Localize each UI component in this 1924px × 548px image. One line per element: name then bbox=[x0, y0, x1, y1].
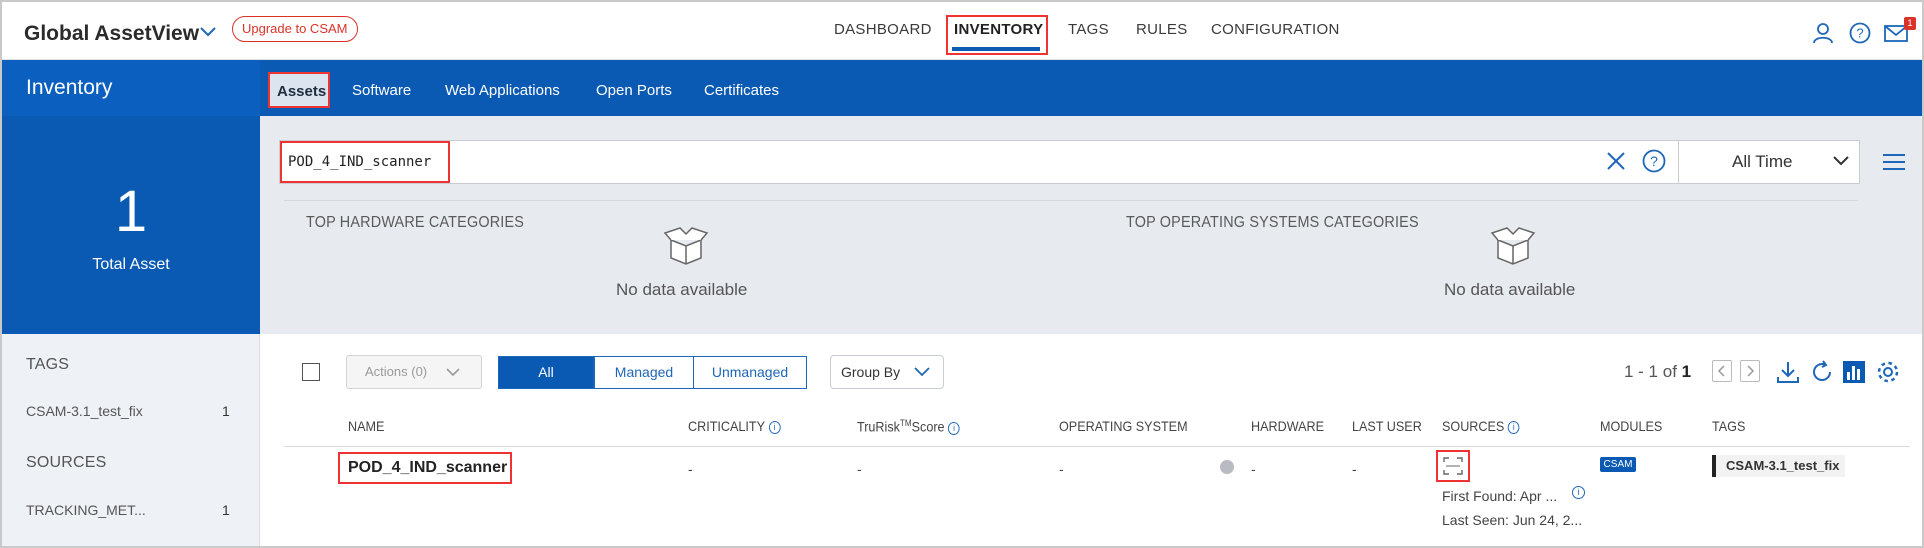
svg-text:?: ? bbox=[1650, 153, 1658, 169]
clear-icon[interactable] bbox=[1606, 151, 1626, 171]
search-query[interactable]: POD_4_IND_scanner bbox=[288, 154, 431, 170]
divider bbox=[284, 200, 1858, 201]
sidebar-tag-item[interactable]: CSAM-3.1_test_fix bbox=[26, 403, 143, 419]
chevron-down-icon[interactable] bbox=[1832, 154, 1850, 168]
first-found: First Found: Apr ... bbox=[1442, 488, 1558, 504]
column-criticality[interactable]: CRITICALITY i bbox=[688, 418, 781, 434]
time-filter-value: All Time bbox=[1732, 152, 1793, 171]
search-input[interactable] bbox=[279, 140, 1679, 184]
trurisk-sup: TM bbox=[899, 418, 912, 428]
filter-managed[interactable]: Managed bbox=[594, 356, 694, 389]
gear-icon[interactable] bbox=[1876, 360, 1900, 384]
chevron-down-icon bbox=[914, 367, 930, 377]
app-frame: Global AssetView Upgrade to CSAM DASHBOA… bbox=[0, 0, 1924, 548]
chart-view-icon[interactable] bbox=[1842, 360, 1866, 384]
group-by-label: Group By bbox=[841, 364, 901, 380]
subtab-assets[interactable]: Assets bbox=[268, 72, 330, 108]
cell-os: - bbox=[1059, 461, 1064, 477]
total-count: 1 bbox=[114, 179, 148, 244]
download-icon[interactable] bbox=[1776, 360, 1800, 384]
column-tags[interactable]: TAGS bbox=[1712, 418, 1745, 434]
filter-unmanaged[interactable]: Unmanaged bbox=[693, 356, 807, 389]
prev-page-button[interactable] bbox=[1712, 360, 1732, 382]
subtab-open-ports[interactable]: Open Ports bbox=[596, 82, 672, 99]
chevron-right-icon bbox=[1747, 365, 1755, 377]
user-icon[interactable] bbox=[1812, 22, 1834, 44]
last-seen: Last Seen: Jun 24, 2... bbox=[1442, 512, 1583, 528]
column-trurisk[interactable]: TruRiskTMScore i bbox=[857, 418, 960, 435]
column-hardware[interactable]: HARDWARE bbox=[1251, 418, 1324, 434]
nav-tags[interactable]: TAGS bbox=[1068, 21, 1109, 38]
os-status-icon bbox=[1220, 460, 1234, 474]
actions-dropdown[interactable]: Actions (0) bbox=[346, 355, 482, 389]
column-criticality-label: CRITICALITY bbox=[688, 418, 766, 434]
cell-hardware: - bbox=[1251, 461, 1256, 477]
section-title: Inventory bbox=[26, 76, 113, 99]
nav-dashboard[interactable]: DASHBOARD bbox=[834, 21, 932, 38]
nav-rules[interactable]: RULES bbox=[1136, 21, 1188, 38]
column-modules[interactable]: MODULES bbox=[1600, 418, 1662, 434]
svg-text:?: ? bbox=[1856, 26, 1863, 41]
empty-box-icon bbox=[663, 227, 709, 265]
info-icon[interactable]: i bbox=[768, 421, 781, 434]
search-help-icon[interactable]: ? bbox=[1642, 149, 1666, 173]
column-sources-label: SOURCES bbox=[1442, 418, 1505, 434]
menu-icon[interactable] bbox=[1882, 153, 1906, 171]
sources-heading: SOURCES bbox=[26, 454, 107, 471]
subtab-certificates[interactable]: Certificates bbox=[704, 82, 779, 99]
scanner-source-icon[interactable] bbox=[1443, 457, 1463, 475]
sidebar-source-item[interactable]: TRACKING_MET... bbox=[26, 502, 146, 518]
os-no-data: No data available bbox=[1444, 280, 1576, 299]
total-label: Total Asset bbox=[92, 256, 170, 273]
cell-criticality: - bbox=[688, 461, 693, 477]
info-icon[interactable]: i bbox=[948, 421, 960, 435]
paging-info: 1 - 1 of 1 bbox=[1624, 362, 1691, 382]
asset-name-link[interactable]: POD_4_IND_scanner bbox=[348, 459, 507, 477]
column-os[interactable]: OPERATING SYSTEM bbox=[1059, 418, 1188, 434]
upgrade-button[interactable]: Upgrade to CSAM bbox=[232, 16, 358, 42]
paging-range: 1 - 1 of bbox=[1624, 362, 1677, 381]
tag-chip[interactable]: CSAM-3.1_test_fix bbox=[1712, 455, 1846, 477]
info-icon[interactable]: i bbox=[1507, 421, 1520, 434]
group-by-dropdown[interactable]: Group By bbox=[830, 355, 944, 389]
help-icon[interactable]: ? bbox=[1849, 22, 1871, 44]
hardware-no-data: No data available bbox=[616, 280, 748, 299]
divider bbox=[284, 446, 1910, 447]
os-categories-heading: TOP OPERATING SYSTEMS CATEGORIES bbox=[1126, 214, 1419, 231]
mail-badge: 1 bbox=[1904, 17, 1916, 30]
empty-box-icon bbox=[1490, 227, 1536, 265]
paging-total: 1 bbox=[1681, 362, 1692, 381]
actions-label: Actions (0) bbox=[365, 364, 428, 379]
chevron-left-icon bbox=[1717, 365, 1725, 377]
select-all-checkbox[interactable] bbox=[302, 363, 320, 381]
column-name[interactable]: NAME bbox=[348, 418, 384, 434]
cell-trurisk: - bbox=[857, 461, 862, 477]
module-badge: CSAM bbox=[1600, 457, 1636, 472]
nav-configuration[interactable]: CONFIGURATION bbox=[1211, 21, 1340, 38]
subtab-assets-label: Assets bbox=[277, 83, 327, 100]
nav-inventory-highlight bbox=[946, 15, 1048, 55]
hardware-categories-heading: TOP HARDWARE CATEGORIES bbox=[306, 214, 525, 231]
sidebar-source-count: 1 bbox=[222, 502, 230, 518]
refresh-icon[interactable] bbox=[1810, 360, 1834, 384]
info-icon[interactable]: i bbox=[1572, 486, 1585, 499]
trurisk-prefix: TruRisk bbox=[857, 418, 900, 435]
chevron-down-icon[interactable] bbox=[198, 24, 218, 40]
subtab-software[interactable]: Software bbox=[352, 82, 411, 99]
column-sources[interactable]: SOURCES i bbox=[1442, 418, 1520, 434]
trurisk-suffix: Score bbox=[911, 418, 945, 435]
sidebar-tag-count: 1 bbox=[222, 403, 230, 419]
cell-last-user: - bbox=[1352, 461, 1357, 477]
chevron-down-icon bbox=[446, 368, 460, 377]
tags-heading: TAGS bbox=[26, 356, 70, 373]
filter-all[interactable]: All bbox=[498, 356, 594, 389]
column-last-user[interactable]: LAST USER bbox=[1352, 418, 1422, 434]
next-page-button[interactable] bbox=[1740, 360, 1760, 382]
app-title[interactable]: Global AssetView bbox=[24, 22, 199, 46]
subtab-web-applications[interactable]: Web Applications bbox=[445, 82, 560, 99]
